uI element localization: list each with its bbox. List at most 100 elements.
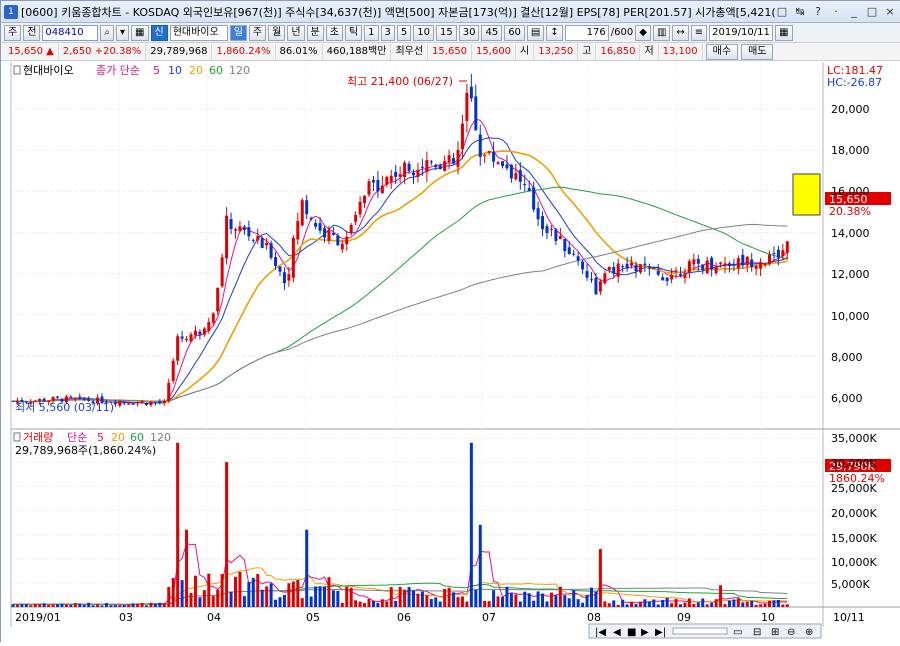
minute-option-10[interactable]: 10 bbox=[413, 24, 434, 41]
volume-bar bbox=[554, 595, 558, 607]
tab-second[interactable]: 초 bbox=[325, 24, 343, 41]
volume-ma-label: 단순 bbox=[67, 431, 87, 444]
candle-body bbox=[772, 253, 776, 255]
minute-option-15[interactable]: 15 bbox=[435, 24, 457, 41]
tab-week[interactable]: 주 bbox=[248, 24, 267, 41]
volume-bar bbox=[260, 589, 264, 607]
volume-bar bbox=[42, 603, 46, 607]
tab-tick[interactable]: 틱 bbox=[344, 24, 363, 41]
volume-bar bbox=[29, 605, 33, 607]
tab-day[interactable]: 일 bbox=[229, 24, 247, 41]
step-icon[interactable]: ↕ bbox=[546, 24, 563, 41]
volume-bar bbox=[687, 598, 691, 607]
volume-toggle-icon[interactable] bbox=[13, 432, 21, 442]
candle-body bbox=[687, 261, 691, 273]
candle-body bbox=[683, 273, 687, 278]
tab-month[interactable]: 월 bbox=[268, 24, 286, 41]
settings-icon[interactable]: ▤ bbox=[526, 24, 545, 41]
high-label: 고 bbox=[578, 43, 597, 60]
volume-bar bbox=[558, 586, 562, 607]
stock-code-input[interactable]: 048410 bbox=[42, 24, 99, 41]
minute-option-5[interactable]: 5 bbox=[396, 24, 412, 41]
volume-bar bbox=[15, 604, 19, 607]
open-label: 시 bbox=[516, 43, 535, 60]
fit-icon[interactable]: ⊞ bbox=[771, 627, 779, 638]
candle-body bbox=[527, 188, 531, 191]
volume-value-text: 29,789,968주(1,860.24%) bbox=[15, 444, 156, 457]
calendar-icon[interactable]: ▦ bbox=[775, 24, 793, 41]
volume-bar bbox=[683, 602, 687, 607]
candle-body bbox=[385, 176, 389, 185]
candle-body bbox=[745, 256, 749, 266]
candle-body bbox=[460, 123, 464, 150]
volume-bar bbox=[207, 573, 211, 607]
tool-icon-3[interactable]: ↔ bbox=[672, 24, 689, 41]
scroll-first-icon[interactable]: |◀ bbox=[595, 627, 606, 638]
title-bar: 1 [0600] 키움종합차트 - KOSDAQ 외국인보유[967(천)] 주… bbox=[1, 1, 900, 23]
search-icon[interactable]: ⌕ bbox=[100, 24, 115, 41]
menu-icon[interactable]: · bbox=[829, 5, 843, 19]
volume-bar bbox=[732, 599, 736, 607]
zoom-out-icon[interactable]: ⊖ bbox=[787, 627, 795, 638]
volume-bar bbox=[638, 601, 642, 607]
minute-option-30[interactable]: 30 bbox=[458, 24, 480, 41]
panel-toggle-icon[interactable] bbox=[13, 65, 21, 75]
tile-icon[interactable]: ▦ bbox=[131, 24, 149, 41]
date-input[interactable]: 2019/10/11 bbox=[709, 24, 774, 41]
candle-body bbox=[434, 165, 438, 168]
main-chart-button[interactable]: 주 bbox=[4, 24, 22, 41]
volume-bar bbox=[563, 595, 567, 607]
split-icon[interactable]: ⊟ bbox=[753, 627, 761, 638]
candle-body bbox=[736, 258, 740, 269]
minute-option-45[interactable]: 45 bbox=[481, 24, 503, 41]
close-icon[interactable]: × bbox=[883, 5, 897, 19]
candle-body bbox=[229, 219, 233, 230]
prev-button[interactable]: 전 bbox=[23, 24, 41, 41]
scroll-prev-icon[interactable]: ◀ bbox=[613, 627, 621, 638]
candle-body bbox=[541, 216, 545, 230]
zoom-in-icon[interactable]: ⊕ bbox=[805, 627, 813, 638]
scroll-last-icon[interactable]: ▶| bbox=[655, 627, 666, 638]
candle-body bbox=[269, 243, 273, 258]
chart-background bbox=[1, 61, 900, 643]
window-title: [0600] 키움종합차트 - KOSDAQ 외국인보유[967(천)] 주식수… bbox=[21, 5, 775, 19]
scroll-stop-icon[interactable]: ■ bbox=[627, 627, 636, 638]
minute-option-60[interactable]: 60 bbox=[504, 24, 525, 41]
data-count-input[interactable]: 176 bbox=[564, 24, 609, 41]
chart-svg[interactable]: 현대바이오 종가 단순 5 10 20 60 120 LC:181.47 HC:… bbox=[1, 61, 900, 643]
zoom-icon[interactable]: ▭ bbox=[733, 627, 742, 638]
window-number-badge: 1 bbox=[4, 4, 18, 19]
help-icon[interactable]: ? bbox=[811, 5, 825, 19]
candle-body bbox=[198, 331, 202, 335]
candle-body bbox=[122, 402, 126, 404]
tab-year[interactable]: 년 bbox=[287, 24, 305, 41]
link-icon[interactable]: ↹ bbox=[793, 5, 807, 19]
candle-body bbox=[202, 328, 206, 335]
tool-icon-4[interactable]: ≡ bbox=[690, 24, 708, 41]
volume-bar bbox=[385, 601, 389, 607]
max-annotation: 최고 21,400 (06/27) bbox=[347, 75, 453, 88]
chart-area[interactable]: 현대바이오 종가 단순 5 10 20 60 120 LC:181.47 HC:… bbox=[1, 61, 900, 643]
chevron-down-icon[interactable]: ▾ bbox=[116, 24, 130, 41]
scrollbar-track[interactable] bbox=[672, 627, 728, 635]
tool-icon-1[interactable]: ◆ bbox=[635, 24, 651, 41]
maximize-icon[interactable]: □ bbox=[865, 5, 879, 19]
buy-button[interactable]: 매수 bbox=[705, 43, 739, 60]
sell-button[interactable]: 매도 bbox=[741, 43, 774, 60]
candle-body bbox=[56, 396, 59, 398]
candle-body bbox=[679, 273, 682, 276]
volume-bar bbox=[287, 583, 291, 607]
volume-bar bbox=[785, 604, 789, 607]
candle-body bbox=[287, 274, 291, 281]
restore-icon[interactable]: □ bbox=[775, 5, 789, 19]
scroll-next-icon[interactable]: ▶ bbox=[641, 627, 649, 638]
tool-icon-2[interactable]: ▥ bbox=[652, 24, 671, 41]
minute-option-1[interactable]: 1 bbox=[364, 24, 379, 41]
volume-tick: 5,000K bbox=[831, 578, 870, 591]
tab-minute[interactable]: 분 bbox=[306, 24, 324, 41]
candle-body bbox=[251, 239, 255, 241]
minimize-icon[interactable]: _ bbox=[847, 5, 861, 19]
volume-bar bbox=[358, 601, 362, 607]
minute-option-3[interactable]: 3 bbox=[380, 24, 395, 41]
volume-bar bbox=[309, 596, 313, 607]
